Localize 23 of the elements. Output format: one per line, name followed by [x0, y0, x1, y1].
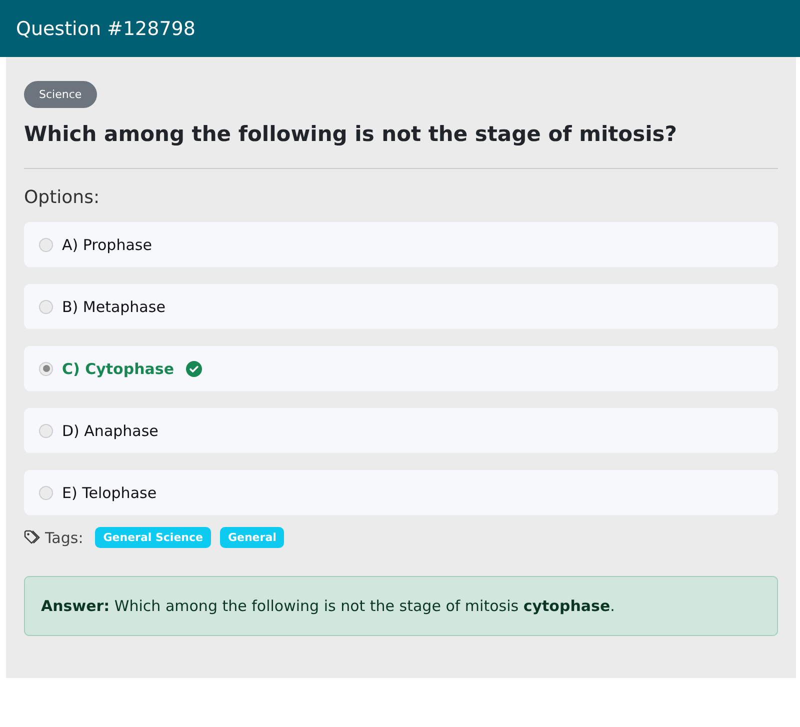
tags-icon	[24, 530, 41, 545]
option-text: B) Metaphase	[62, 298, 166, 316]
check-circle-icon	[186, 360, 202, 376]
option-text: A) Prophase	[62, 236, 152, 254]
option-row[interactable]: E) Telophase	[24, 470, 778, 515]
option-text: E) Telophase	[62, 484, 157, 502]
category-badge: Science	[24, 81, 97, 108]
radio-button[interactable]	[39, 424, 53, 438]
radio-button[interactable]	[39, 486, 53, 500]
question-text: Which among the following is not the stage of mitosis?	[24, 122, 678, 146]
option-row[interactable]: C) Cytophase	[24, 346, 778, 391]
page-title: Question #128798	[16, 18, 196, 40]
answer-box: Answer: Which among the following is not the stage of mitosis cytophase.	[24, 576, 778, 636]
option-text: D) Anaphase	[62, 422, 158, 440]
option-row[interactable]: A) Prophase	[24, 222, 778, 267]
option-text: C) Cytophase	[62, 360, 174, 378]
tags-label: Tags:	[45, 528, 84, 546]
radio-button[interactable]	[39, 362, 53, 376]
options-label: Options:	[24, 187, 101, 208]
option-row[interactable]: D) Anaphase	[24, 408, 778, 453]
radio-button[interactable]	[39, 238, 53, 252]
radio-button[interactable]	[39, 300, 53, 314]
option-row[interactable]: B) Metaphase	[24, 284, 778, 329]
